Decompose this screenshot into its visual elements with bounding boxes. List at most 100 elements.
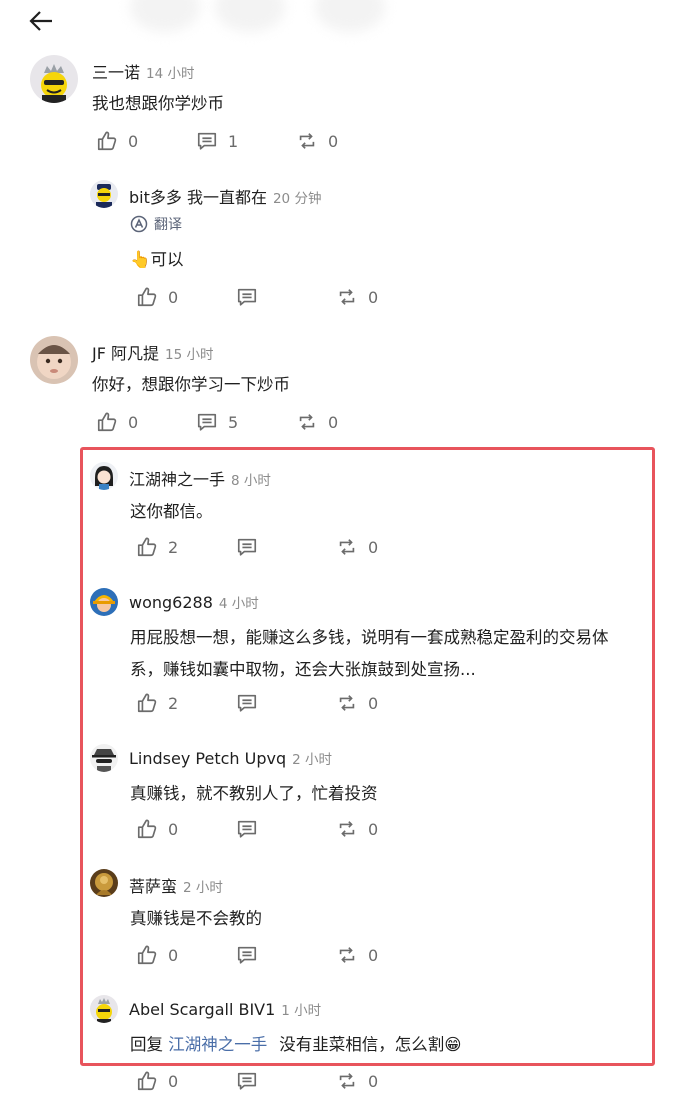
like-button[interactable]: 0 <box>136 944 178 966</box>
timestamp: 1 小时 <box>281 1003 322 1019</box>
repost-button[interactable]: 0 <box>336 1070 378 1092</box>
repost-count: 0 <box>368 1071 379 1091</box>
like-button[interactable]: 0 <box>136 818 178 840</box>
like-button[interactable]: 0 <box>96 411 138 433</box>
username[interactable]: 菩萨蛮 <box>129 877 177 896</box>
repost-button[interactable]: 0 <box>336 944 378 966</box>
grinning-emoji: 😁 <box>444 1035 462 1054</box>
repost-count: 0 <box>368 819 379 839</box>
comment-text: 真赚钱，就不教别人了，忙着投资 <box>130 784 378 803</box>
reply-prefix: 回复 <box>130 1035 163 1054</box>
like-button[interactable]: 0 <box>96 130 138 152</box>
repost-count: 0 <box>368 537 379 557</box>
comment-text: 👆可以 <box>130 244 184 276</box>
timestamp: 2 小时 <box>183 880 223 896</box>
like-button[interactable]: 2 <box>136 536 178 558</box>
repost-button[interactable]: 0 <box>296 130 338 152</box>
username[interactable]: Abel Scargall BIV1 <box>129 1000 275 1019</box>
action-bar: 0 0 <box>136 944 536 970</box>
comment-text: 这你都信。 <box>130 502 213 521</box>
comment-icon <box>236 1070 258 1092</box>
action-bar: 0 1 0 <box>96 130 496 156</box>
repost-icon <box>296 411 318 433</box>
reply-button[interactable] <box>236 1070 258 1092</box>
sunglasses-character-avatar[interactable] <box>90 995 118 1023</box>
username[interactable]: JF 阿凡提 <box>92 344 159 363</box>
blurred-header-shape <box>130 0 200 32</box>
timestamp: 15 小时 <box>165 347 214 363</box>
reply-count: 1 <box>228 131 239 151</box>
repost-icon <box>336 536 358 558</box>
baby-photo-avatar[interactable] <box>30 336 78 384</box>
comment-text: 真赚钱是不会教的 <box>130 909 262 928</box>
username[interactable]: bit多多 我一直都在 <box>129 188 267 207</box>
crowned-yellow-character-avatar[interactable] <box>30 55 78 103</box>
username[interactable]: 江湖神之一手 <box>129 470 225 489</box>
like-button[interactable]: 2 <box>136 692 178 714</box>
username[interactable]: Lindsey Petch Upvq <box>129 749 286 768</box>
pointing-up-emoji: 👆 <box>130 250 151 269</box>
repost-count: 0 <box>328 412 339 432</box>
repost-button[interactable]: 0 <box>336 536 378 558</box>
reply-button[interactable] <box>236 692 258 714</box>
blurred-header-shape <box>315 0 385 32</box>
repost-button[interactable]: 0 <box>336 818 378 840</box>
translate-label: 翻译 <box>154 217 182 233</box>
golden-buddha-avatar[interactable] <box>90 869 118 897</box>
repost-button[interactable]: 0 <box>336 286 378 308</box>
like-count: 0 <box>168 1071 179 1091</box>
like-button[interactable]: 0 <box>136 286 178 308</box>
comment-text: 回复 江湖神之一手 没有韭菜相信，怎么割😁 <box>130 1029 461 1061</box>
timestamp: 2 小时 <box>292 752 332 768</box>
like-count: 0 <box>168 819 179 839</box>
comment-text: 你好，想跟你学习一下炒币 <box>92 375 290 394</box>
username[interactable]: 三一诺 <box>92 63 140 82</box>
comment-text-content: 没有韭菜相信，怎么割 <box>279 1035 445 1054</box>
like-count: 0 <box>168 287 179 307</box>
repost-icon <box>336 944 358 966</box>
thumbs-up-icon <box>136 536 158 558</box>
username[interactable]: wong6288 <box>129 593 213 612</box>
blurred-header-shape <box>215 0 285 32</box>
action-bar: 0 0 <box>136 818 536 844</box>
mention-link[interactable]: 江湖神之一手 <box>168 1035 267 1054</box>
thumbs-up-icon <box>136 692 158 714</box>
repost-count: 0 <box>368 287 379 307</box>
like-count: 0 <box>128 412 139 432</box>
yellow-hat-character-avatar[interactable] <box>90 588 118 616</box>
police-character-avatar[interactable] <box>90 180 118 208</box>
reply-button[interactable]: 5 <box>196 411 238 433</box>
like-button[interactable]: 0 <box>136 1070 178 1092</box>
action-bar: 2 0 <box>136 536 536 562</box>
comment-text: 用屁股想一想，能赚这么多钱，说明有一套成熟稳定盈利的交易体 系，赚钱如囊中取物，… <box>130 622 609 686</box>
comment-icon <box>196 411 218 433</box>
like-count: 2 <box>168 537 179 557</box>
reply-button[interactable] <box>236 944 258 966</box>
thumbs-up-icon <box>136 1070 158 1092</box>
translate-icon <box>130 215 148 233</box>
timestamp: 8 小时 <box>231 473 271 489</box>
action-bar: 0 0 <box>136 1070 536 1096</box>
like-count: 0 <box>168 945 179 965</box>
reply-button[interactable] <box>236 286 258 308</box>
like-count: 0 <box>128 131 139 151</box>
repost-button[interactable]: 0 <box>296 411 338 433</box>
reply-button[interactable] <box>236 818 258 840</box>
spy-hat-avatar[interactable] <box>90 744 118 772</box>
girl-cartoon-avatar[interactable] <box>90 462 118 490</box>
repost-icon <box>336 818 358 840</box>
comment-icon <box>236 692 258 714</box>
repost-icon <box>296 130 318 152</box>
thumbs-up-icon <box>136 818 158 840</box>
translate-link[interactable]: 翻译 <box>130 214 182 234</box>
repost-icon <box>336 1070 358 1092</box>
reply-button[interactable]: 1 <box>196 130 238 152</box>
action-bar: 2 0 <box>136 692 536 718</box>
reply-button[interactable] <box>236 536 258 558</box>
comment-icon <box>236 818 258 840</box>
arrow-left-icon[interactable] <box>28 8 54 34</box>
repost-count: 0 <box>328 131 339 151</box>
repost-icon <box>336 286 358 308</box>
repost-count: 0 <box>368 693 379 713</box>
repost-button[interactable]: 0 <box>336 692 378 714</box>
